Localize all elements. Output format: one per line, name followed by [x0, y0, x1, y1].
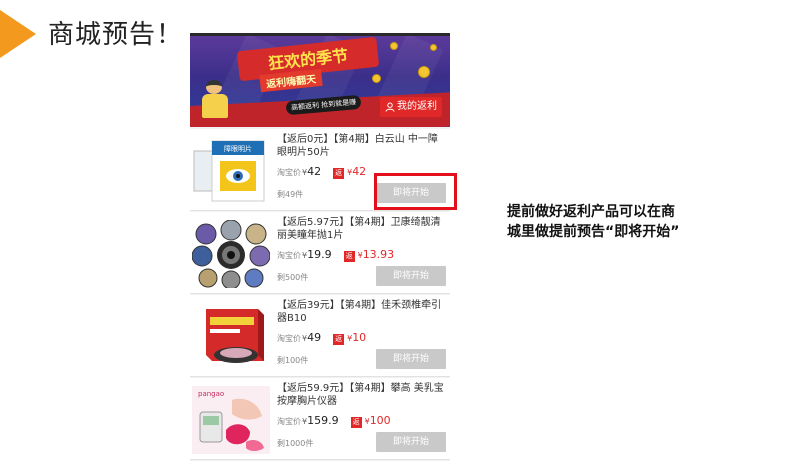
taobao-price-label: 淘宝价 — [277, 168, 301, 177]
price-row: 淘宝价 ¥ 19.9 返 ¥ 13.93 — [277, 248, 395, 262]
cartoon-figure-icon — [196, 80, 234, 120]
coin-icon — [390, 42, 398, 50]
product-title[interactable]: 【返后5.97元】【第4期】卫康绮靓清丽美瞳年抛1片 — [277, 216, 445, 242]
list-item[interactable]: pangao 【返后59.9元】【第4期】攀高 美乳宝按摩胸片仪器 淘宝价 ¥ … — [190, 378, 450, 460]
list-item[interactable]: 【返后5.97元】【第4期】卫康绮靓清丽美瞳年抛1片 淘宝价 ¥ 19.9 返 … — [190, 212, 450, 294]
massager-device-image: pangao — [192, 386, 270, 454]
slide-title: 商城预告！ — [48, 20, 184, 50]
coming-soon-button[interactable]: 即将开始 — [376, 349, 446, 369]
taobao-price-label: 淘宝价 — [277, 251, 301, 260]
rebate-price: 100 — [369, 414, 391, 427]
promo-banner: 狂欢的季节 返利嗨翻天 高额返利 抢到就是赚 我的返利 — [190, 33, 450, 127]
coming-soon-button[interactable]: 即将开始 — [376, 432, 446, 452]
rebate-badge: 返 — [343, 251, 355, 262]
stock-count: 剩500件 — [277, 273, 309, 282]
stock-count: 剩1000件 — [277, 439, 314, 448]
product-title[interactable]: 【返后39元】【第4期】佳禾颈椎牵引器B10 — [277, 299, 445, 325]
highlight-box — [374, 173, 457, 210]
rebate-badge: 返 — [333, 334, 345, 345]
annotation-line-2: 城里做提前预告“即将开始” — [507, 224, 680, 240]
contact-lens-image — [192, 220, 270, 288]
taobao-price: 42 — [307, 165, 322, 178]
rebate-badge: 返 — [333, 168, 345, 179]
price-row: 淘宝价 ¥ 42 返 ¥ 42 — [277, 165, 367, 179]
product-title[interactable]: 【返后59.9元】【第4期】攀高 美乳宝按摩胸片仪器 — [277, 382, 445, 408]
coin-icon — [372, 74, 381, 83]
list-item[interactable]: 【返后39元】【第4期】佳禾颈椎牵引器B10 淘宝价 ¥ 49 返 ¥ 10 剩… — [190, 295, 450, 377]
rebate-price: 13.93 — [362, 248, 395, 261]
phone-screenshot: 狂欢的季节 返利嗨翻天 高额返利 抢到就是赚 我的返利 障眼明片 【返后0元】【… — [190, 33, 450, 461]
taobao-price: 19.9 — [307, 248, 332, 261]
taobao-price-label: 淘宝价 — [277, 334, 301, 343]
price-row: 淘宝价 ¥ 159.9 返 ¥ 100 — [277, 414, 391, 428]
taobao-price: 49 — [307, 331, 322, 344]
rebate-price: 42 — [352, 165, 367, 178]
orange-arrow-icon — [0, 10, 36, 58]
user-icon — [385, 102, 395, 112]
price-row: 淘宝价 ¥ 49 返 ¥ 10 — [277, 331, 367, 345]
taobao-price-label: 淘宝价 — [277, 417, 301, 426]
rebate-price: 10 — [352, 331, 367, 344]
rebate-badge: 返 — [350, 417, 362, 428]
svg-text:pangao: pangao — [198, 390, 224, 398]
eye-drug-box-image: 障眼明片 — [193, 140, 265, 202]
svg-text:障眼明片: 障眼明片 — [224, 144, 252, 153]
taobao-price: 159.9 — [307, 414, 339, 427]
stock-count: 剩49件 — [277, 190, 304, 199]
my-rebate-label: 我的返利 — [397, 101, 437, 112]
annotation-note: 提前做好返利产品可以在商 城里做提前预告“即将开始” — [507, 202, 757, 242]
coming-soon-button[interactable]: 即将开始 — [376, 266, 446, 286]
coin-icon — [418, 66, 430, 78]
my-rebate-button[interactable]: 我的返利 — [380, 97, 442, 117]
neck-traction-box-image — [206, 309, 264, 363]
stock-count: 剩100件 — [277, 356, 309, 365]
coin-icon — [430, 44, 437, 51]
annotation-line-1: 提前做好返利产品可以在商 — [507, 204, 675, 220]
product-title[interactable]: 【返后0元】【第4期】白云山 中一障眼明片50片 — [277, 133, 445, 159]
